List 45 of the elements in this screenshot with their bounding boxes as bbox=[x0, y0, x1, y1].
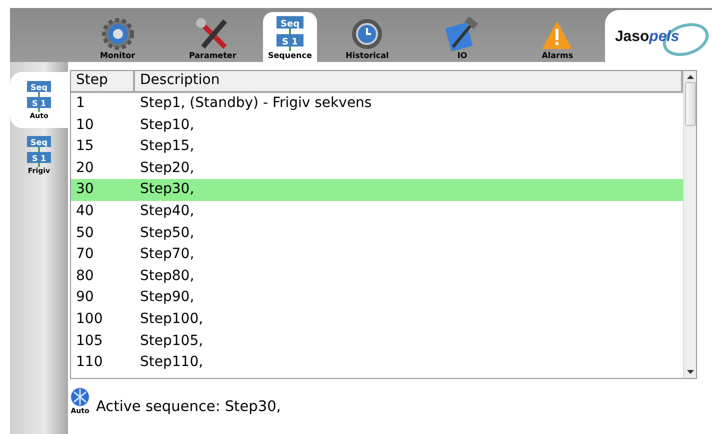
table-row[interactable]: 30 Step30, bbox=[71, 179, 683, 201]
table-cell-text: 70 bbox=[75, 245, 95, 264]
scroll-up-icon[interactable] bbox=[686, 74, 694, 80]
table-cell-text: Step15, bbox=[139, 137, 196, 156]
nav-tab[interactable]: IO bbox=[414, 16, 510, 62]
table-cell-text: 80 bbox=[75, 266, 95, 286]
hammer-icon bbox=[445, 17, 480, 51]
table-cell-text: Step70, bbox=[139, 245, 196, 264]
table-cell-text: 110 bbox=[75, 353, 104, 372]
table-cell-text: Step30, bbox=[139, 180, 196, 200]
table-cell-text: Step1, (Standby) - Frigiv sekvens bbox=[139, 94, 373, 113]
table-cell-text: Step105, bbox=[139, 332, 204, 351]
scroll-down-icon[interactable] bbox=[686, 369, 694, 375]
scrollbar[interactable] bbox=[683, 71, 696, 378]
nav-tab[interactable]: Alarms bbox=[510, 16, 605, 62]
table-cell-text: Step80, bbox=[139, 266, 196, 286]
nav-tab[interactable]: Seq S 1 Sequence bbox=[263, 12, 317, 62]
mode-icon bbox=[70, 387, 90, 407]
table-cell-text: 1 bbox=[75, 94, 86, 113]
table-cell-text: Step100, bbox=[139, 310, 204, 329]
table-cell-text: 10 bbox=[75, 116, 95, 135]
table-cell-text: 90 bbox=[75, 288, 95, 308]
column-header[interactable]: Step bbox=[71, 71, 135, 93]
scroll-thumb[interactable] bbox=[684, 82, 696, 126]
warning-icon bbox=[540, 19, 574, 51]
table-cell-text: Step10, bbox=[139, 116, 196, 135]
gear-icon bbox=[100, 17, 135, 51]
nav-tab[interactable]: Historical bbox=[320, 16, 415, 62]
table-cell-text: Step50, bbox=[139, 224, 196, 243]
table-cell-text: 105 bbox=[75, 332, 104, 351]
nav-tab[interactable]: Monitor bbox=[70, 16, 166, 62]
table-cell-text: 100 bbox=[75, 310, 104, 329]
table-cell-text: Step40, bbox=[139, 202, 196, 221]
table-cell-text: 50 bbox=[75, 224, 95, 243]
table-cell-text: Step110, bbox=[139, 353, 204, 372]
table-cell-text: 40 bbox=[75, 202, 95, 221]
status-text: Active sequence: Step30, bbox=[96, 399, 281, 415]
clock-icon bbox=[350, 17, 384, 51]
table-cell-text: Step90, bbox=[139, 288, 196, 308]
column-header[interactable]: Description bbox=[135, 71, 683, 93]
table-cell-text: Step20, bbox=[139, 158, 196, 178]
table-cell-text: 15 bbox=[75, 137, 95, 156]
table-cell-text: 20 bbox=[75, 158, 95, 178]
nav-tab[interactable]: Parameter bbox=[165, 16, 260, 62]
table-cell-text: 30 bbox=[75, 180, 95, 200]
